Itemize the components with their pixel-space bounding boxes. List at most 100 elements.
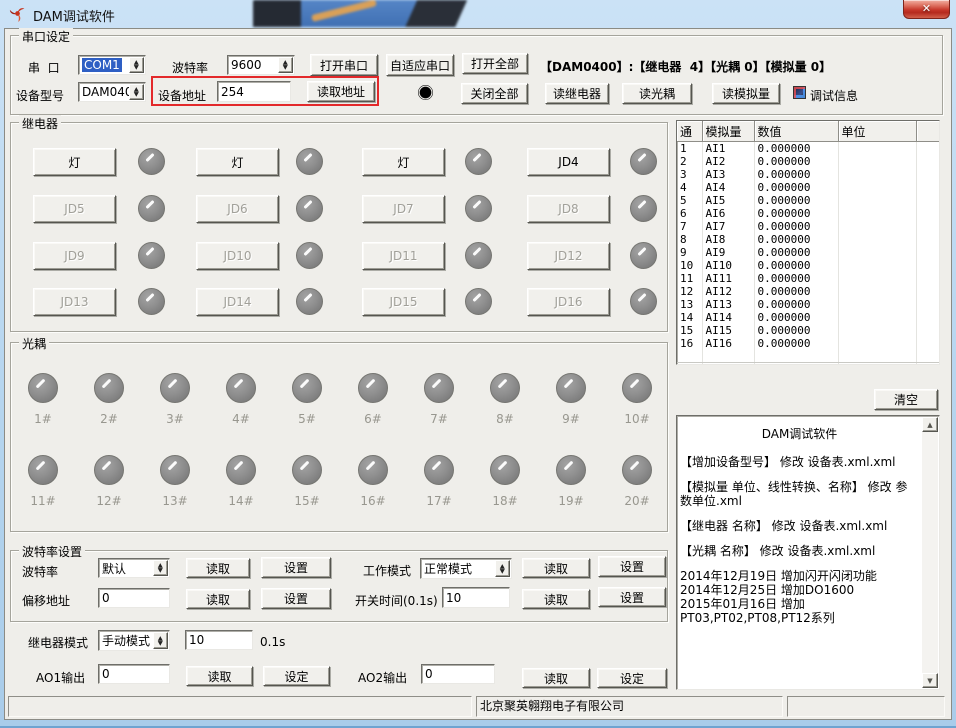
app-icon bbox=[9, 5, 26, 22]
baud-combobox[interactable]: 9600 ▲▼ bbox=[227, 55, 295, 75]
scroll-up-icon[interactable]: ▲ bbox=[922, 417, 938, 432]
baud-setting-combobox[interactable]: 默认 ▲▼ bbox=[98, 558, 170, 578]
analog-table-row-7[interactable]: 7AI70.000000 bbox=[677, 220, 939, 233]
read-opto-button[interactable]: 读光耦 bbox=[622, 83, 692, 104]
switchtime-set-button[interactable]: 设置 bbox=[598, 587, 666, 607]
relay-button-2[interactable]: 灯 bbox=[196, 148, 279, 176]
analog-cell bbox=[916, 168, 939, 181]
opto-label-8: 8# bbox=[483, 412, 527, 426]
analog-table-row-12[interactable]: 12AI120.000000 bbox=[677, 285, 939, 298]
analog-table-row-15[interactable]: 15AI150.000000 bbox=[677, 324, 939, 337]
combo-arrow-icon[interactable]: ▲▼ bbox=[129, 57, 144, 73]
combo-arrow-icon[interactable]: ▲▼ bbox=[278, 57, 293, 73]
relay-button-5[interactable]: JD5 bbox=[33, 195, 116, 223]
relay-button-9[interactable]: JD9 bbox=[33, 242, 116, 270]
analog-col-header-3: 数值 bbox=[754, 121, 838, 142]
ao1-set-button[interactable]: 设定 bbox=[263, 666, 330, 686]
model-combobox[interactable]: DAM0400 ▲▼ bbox=[78, 82, 146, 102]
ao1-read-button[interactable]: 读取 bbox=[186, 666, 253, 686]
analog-cell bbox=[838, 285, 916, 298]
relay-button-8[interactable]: JD8 bbox=[527, 195, 610, 223]
ao2-read-button[interactable]: 读取 bbox=[522, 668, 590, 688]
analog-cell bbox=[838, 337, 916, 350]
workmode-read-button[interactable]: 读取 bbox=[522, 558, 590, 578]
combo-arrow-icon[interactable]: ▲▼ bbox=[153, 560, 168, 576]
debug-info-icon bbox=[793, 86, 806, 99]
analog-table-row-3[interactable]: 3AI30.000000 bbox=[677, 168, 939, 181]
relay-button-12[interactable]: JD12 bbox=[527, 242, 610, 270]
window-title: DAM调试软件 bbox=[33, 6, 115, 25]
analog-table-row-14[interactable]: 14AI140.000000 bbox=[677, 311, 939, 324]
switch-time-input[interactable]: 10 bbox=[442, 587, 510, 608]
analog-table-row-5[interactable]: 5AI50.000000 bbox=[677, 194, 939, 207]
scroll-down-icon[interactable]: ▼ bbox=[922, 673, 938, 688]
relay-indicator-icon-12 bbox=[630, 242, 657, 269]
relay-mode-combobox[interactable]: 手动模式 ▲▼ bbox=[98, 630, 170, 651]
analog-table-row-10[interactable]: 10AI100.000000 bbox=[677, 259, 939, 272]
open-serial-button[interactable]: 打开串口 bbox=[310, 54, 378, 76]
open-all-button[interactable]: 打开全部 bbox=[462, 53, 528, 74]
analog-table-row-11[interactable]: 11AI110.000000 bbox=[677, 272, 939, 285]
relay-button-7[interactable]: JD7 bbox=[362, 195, 445, 223]
offset-address-input[interactable]: 0 bbox=[98, 588, 170, 608]
offset-read-button[interactable]: 读取 bbox=[186, 589, 250, 609]
read-address-button[interactable]: 读取地址 bbox=[307, 81, 375, 102]
relay-button-13[interactable]: JD13 bbox=[33, 288, 116, 316]
workmode-combobox[interactable]: 正常模式 ▲▼ bbox=[420, 558, 512, 579]
combo-arrow-icon[interactable]: ▲▼ bbox=[129, 84, 144, 100]
ao2-set-button[interactable]: 设定 bbox=[597, 668, 667, 688]
workmode-set-button[interactable]: 设置 bbox=[598, 556, 666, 577]
port-combobox[interactable]: COM1 ▲▼ bbox=[78, 55, 146, 75]
combo-arrow-icon[interactable]: ▲▼ bbox=[153, 632, 168, 649]
info-changelog-2: 2014年12月25日 增加DO1600 bbox=[680, 583, 919, 597]
analog-table-row-16[interactable]: 16AI160.000000 bbox=[677, 337, 939, 350]
device-address-input[interactable]: 254 bbox=[217, 81, 291, 102]
opto-indicator-icon-19 bbox=[556, 455, 586, 485]
relay-button-14[interactable]: JD14 bbox=[196, 288, 279, 316]
relay-button-15[interactable]: JD15 bbox=[362, 288, 445, 316]
ao1-input[interactable]: 0 bbox=[98, 664, 170, 684]
analog-cell bbox=[838, 194, 916, 207]
relay-button-4[interactable]: JD4 bbox=[527, 148, 610, 176]
serial-group-title: 串口设定 bbox=[19, 28, 73, 45]
analog-cell bbox=[838, 142, 916, 156]
switchtime-read-button[interactable]: 读取 bbox=[522, 589, 590, 609]
analog-cell: 0.000000 bbox=[754, 298, 838, 311]
combo-arrow-icon[interactable]: ▲▼ bbox=[495, 560, 510, 577]
analog-table-row-4[interactable]: 4AI40.000000 bbox=[677, 181, 939, 194]
relay-button-10[interactable]: JD10 bbox=[196, 242, 279, 270]
baud-read-button[interactable]: 读取 bbox=[186, 558, 250, 578]
analog-cell bbox=[838, 259, 916, 272]
analog-table-row-2[interactable]: 2AI20.000000 bbox=[677, 155, 939, 168]
relay-mode-time-input[interactable]: 10 bbox=[185, 630, 253, 650]
analog-table-row-6[interactable]: 6AI60.000000 bbox=[677, 207, 939, 220]
read-relay-button[interactable]: 读继电器 bbox=[545, 83, 609, 104]
relay-button-16[interactable]: JD16 bbox=[527, 288, 610, 316]
info-scrollbar[interactable]: ▲ ▼ bbox=[922, 417, 938, 688]
analog-table-row-8[interactable]: 8AI80.000000 bbox=[677, 233, 939, 246]
analog-cell bbox=[916, 220, 939, 233]
ao2-input[interactable]: 0 bbox=[421, 664, 495, 684]
relay-indicator-icon-13 bbox=[138, 288, 165, 315]
relay-button-1[interactable]: 灯 bbox=[33, 148, 116, 176]
relay-button-6[interactable]: JD6 bbox=[196, 195, 279, 223]
opto-label-17: 17# bbox=[417, 494, 461, 508]
relay-button-11[interactable]: JD11 bbox=[362, 242, 445, 270]
opto-label-13: 13# bbox=[153, 494, 197, 508]
analog-table-row-13[interactable]: 13AI130.000000 bbox=[677, 298, 939, 311]
auto-serial-button[interactable]: 自适应串口 bbox=[386, 54, 454, 76]
analog-table[interactable]: 通模拟量数值单位1AI10.0000002AI20.0000003AI30.00… bbox=[676, 120, 940, 365]
analog-table-row-9[interactable]: 9AI90.000000 bbox=[677, 246, 939, 259]
baud-group-title: 波特率设置 bbox=[19, 543, 85, 560]
close-all-button[interactable]: 关闭全部 bbox=[461, 83, 528, 104]
offset-set-button[interactable]: 设置 bbox=[261, 588, 331, 609]
analog-cell bbox=[916, 350, 939, 362]
baud-set-button[interactable]: 设置 bbox=[261, 557, 331, 578]
read-analog-button[interactable]: 读模拟量 bbox=[712, 83, 780, 104]
relay-button-3[interactable]: 灯 bbox=[362, 148, 445, 176]
analog-cell bbox=[916, 298, 939, 311]
analog-table-row-1[interactable]: 1AI10.000000 bbox=[677, 142, 939, 156]
analog-table-empty-row bbox=[677, 362, 939, 365]
close-button[interactable]: ✕ bbox=[903, 0, 950, 19]
clear-button[interactable]: 清空 bbox=[874, 389, 938, 410]
